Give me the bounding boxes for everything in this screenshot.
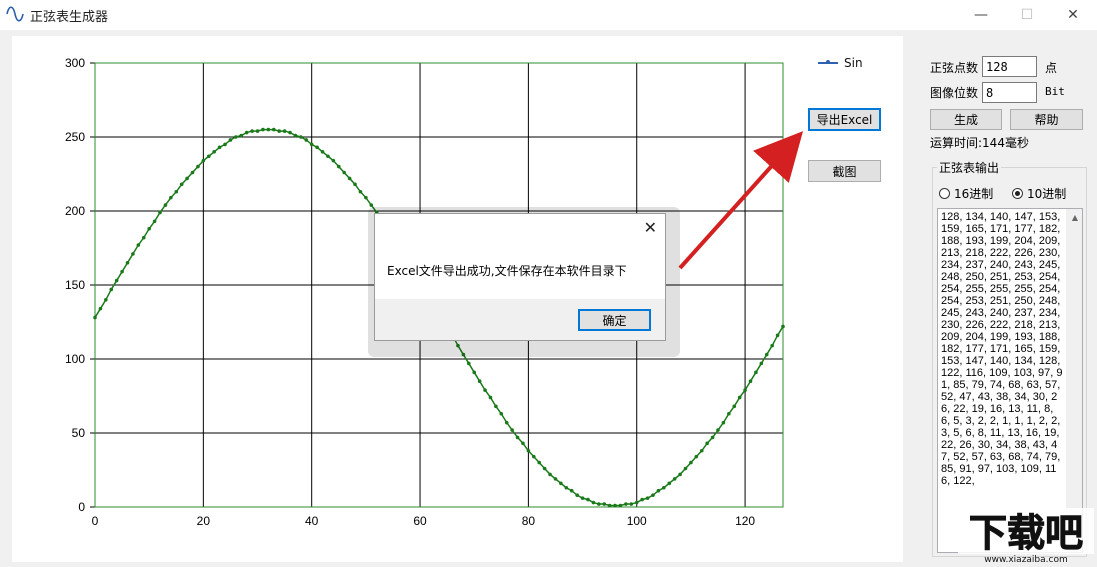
- dialog-ok-button[interactable]: 确定: [578, 309, 651, 331]
- message-dialog: ✕ Excel文件导出成功,文件保存在本软件目录下 确定: [374, 213, 666, 341]
- dialog-close-icon[interactable]: ✕: [644, 218, 657, 237]
- arrow-line-icon: [678, 131, 804, 270]
- svg-text:www.xiazaiba.com: www.xiazaiba.com: [984, 555, 1068, 564]
- svg-text:下载吧: 下载吧: [969, 511, 1083, 555]
- xiazaiba-watermark-logo: 下载吧 www.xiazaiba.com: [958, 508, 1094, 564]
- dialog-message: Excel文件导出成功,文件保存在本软件目录下: [387, 264, 627, 278]
